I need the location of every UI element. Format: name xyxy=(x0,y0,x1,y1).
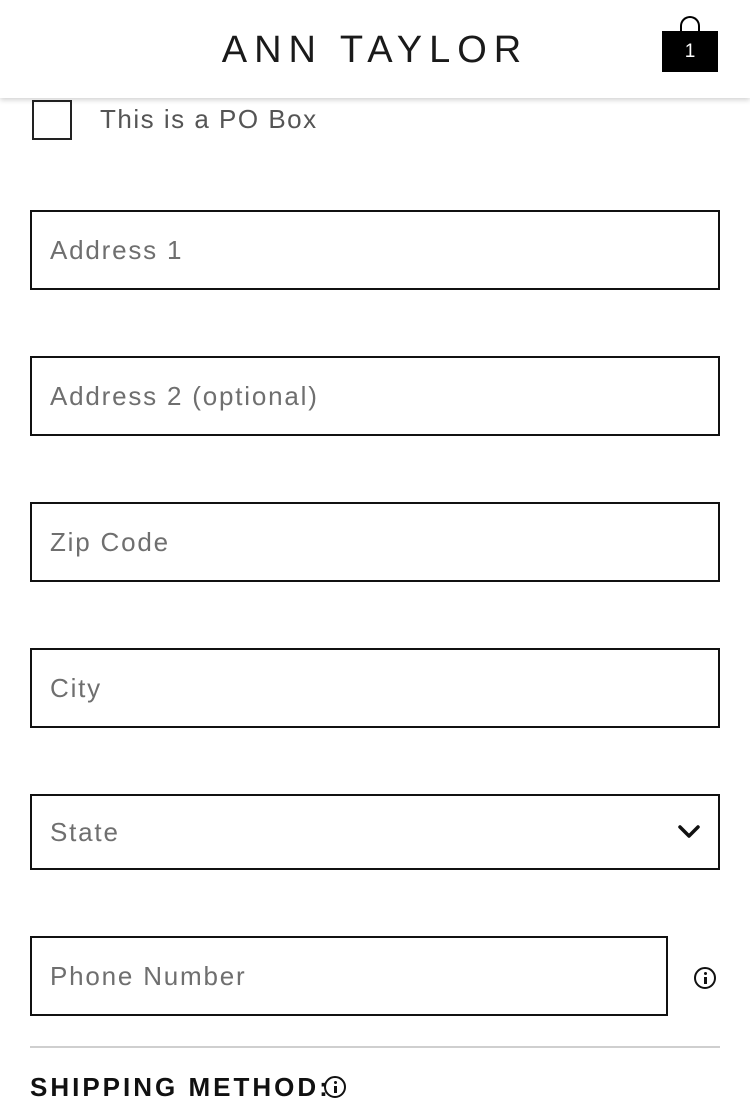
shipping-method-title: SHIPPING METHOD: xyxy=(30,1071,331,1103)
po-box-row[interactable]: This is a PO Box xyxy=(32,98,318,142)
brand-logo[interactable]: ANN TAYLOR xyxy=(0,28,750,72)
section-divider xyxy=(30,1046,720,1048)
address2-input[interactable] xyxy=(50,358,690,434)
address1-field[interactable] xyxy=(30,210,720,290)
chevron-down-icon xyxy=(678,825,700,838)
state-select[interactable]: State xyxy=(30,794,720,870)
po-box-label: This is a PO Box xyxy=(100,103,318,134)
address2-field[interactable] xyxy=(30,356,720,436)
city-field[interactable] xyxy=(30,648,720,728)
shipping-info-icon[interactable] xyxy=(324,1076,346,1098)
zip-code-field[interactable] xyxy=(30,502,720,582)
zip-code-input[interactable] xyxy=(50,504,690,580)
state-select-value[interactable]: State xyxy=(50,796,690,868)
address1-input[interactable] xyxy=(50,212,690,288)
city-input[interactable] xyxy=(50,650,690,726)
site-header: ANN TAYLOR 1 xyxy=(0,0,750,98)
bag-count: 1 xyxy=(662,31,718,72)
shipping-method-label: SHIPPING METHOD: xyxy=(30,1072,331,1102)
shopping-bag-button[interactable]: 1 xyxy=(662,16,718,72)
phone-number-field[interactable] xyxy=(30,936,668,1016)
phone-number-input[interactable] xyxy=(50,938,650,1014)
po-box-checkbox[interactable] xyxy=(32,100,72,140)
phone-info-icon[interactable] xyxy=(694,967,716,989)
